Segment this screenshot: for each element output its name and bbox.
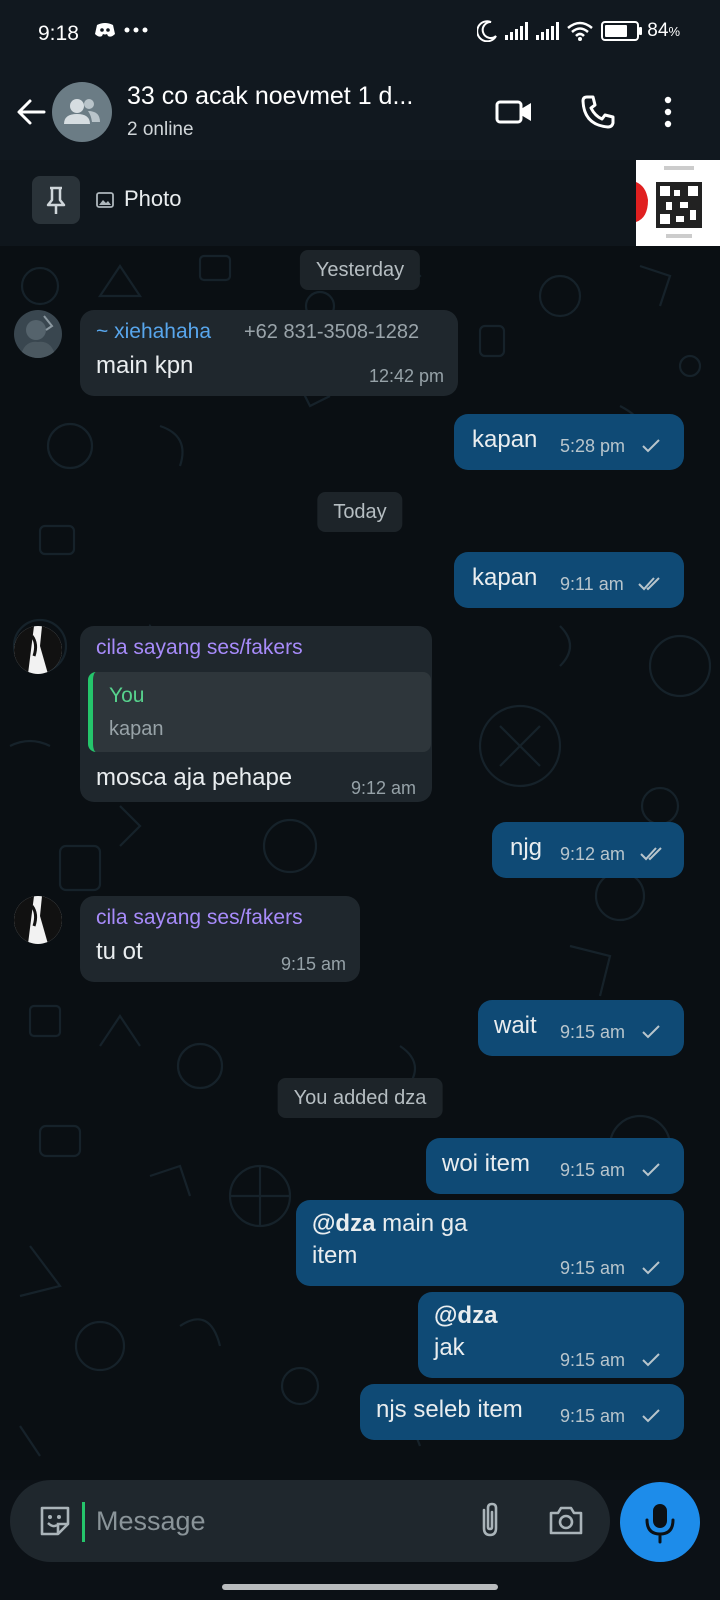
- profile-photo-image: [14, 310, 62, 358]
- avatar[interactable]: [14, 310, 62, 358]
- message-text: mosca aja pehape: [96, 764, 293, 791]
- chat-area[interactable]: Yesterday ~ xiehahaha +62 831-3508-1282 …: [0, 246, 720, 1480]
- quoted-message[interactable]: You kapan: [88, 672, 431, 752]
- overflow-menu-icon[interactable]: [648, 92, 688, 132]
- message-text: njg: [510, 834, 543, 861]
- moon-icon: [477, 20, 498, 42]
- double-check-icon: [640, 847, 662, 861]
- voice-message-button[interactable]: [620, 1482, 700, 1562]
- message-text: woi item: [442, 1150, 531, 1177]
- message-bubble-outgoing[interactable]: @dza main ga item 9:15 am: [296, 1200, 684, 1286]
- message-time: 9:15 am: [560, 1022, 626, 1042]
- single-check-icon: [642, 1163, 660, 1177]
- back-arrow-icon[interactable]: [14, 94, 50, 130]
- battery-icon: [601, 21, 643, 41]
- pin-icon: [46, 186, 66, 214]
- status-bar: 9:18 84%: [0, 0, 720, 72]
- message-bubble-outgoing[interactable]: kapan 9:11 am: [454, 552, 684, 608]
- photo-icon: [96, 192, 114, 208]
- pinned-photo-thumbnail[interactable]: [636, 160, 720, 246]
- profile-photo-image: [14, 626, 62, 674]
- message-text: wait: [494, 1012, 537, 1039]
- message-time: 5:28 pm: [560, 436, 626, 456]
- message-text: kapan: [472, 426, 538, 453]
- signal-icon: [536, 22, 560, 40]
- message-time: 9:15 am: [560, 1258, 626, 1278]
- single-check-icon: [642, 1261, 660, 1275]
- battery-fill: [605, 25, 628, 37]
- message-time: 9:15 am: [560, 1160, 626, 1180]
- message-bubble-outgoing[interactable]: wait 9:15 am: [478, 1000, 684, 1056]
- wifi-icon: [567, 21, 594, 41]
- message-time: 9:15 am: [280, 954, 346, 974]
- message-bubble-incoming[interactable]: cila sayang ses/fakers tu ot 9:15 am: [80, 896, 360, 982]
- message-text: jak: [434, 1334, 465, 1361]
- date-chip-today: Today: [317, 492, 403, 532]
- sender-name[interactable]: cila sayang ses/fakers: [96, 906, 303, 930]
- message-bubble-outgoing[interactable]: njg 9:12 am: [492, 822, 684, 878]
- message-time: 12:42 pm: [368, 366, 444, 386]
- message-text-line2: item: [312, 1242, 358, 1269]
- more-dots-icon: [124, 27, 148, 33]
- video-call-icon[interactable]: [494, 92, 534, 132]
- message-text: njs seleb item: [376, 1396, 523, 1423]
- message-bubble-outgoing[interactable]: woi item 9:15 am: [426, 1138, 684, 1194]
- sender-phone: +62 831-3508-1282: [244, 321, 420, 343]
- single-check-icon: [642, 1025, 660, 1039]
- message-bubble-incoming[interactable]: ~ xiehahaha +62 831-3508-1282 main kpn 1…: [80, 310, 458, 396]
- quote-text: kapan: [109, 718, 164, 740]
- group-avatar-icon: [64, 99, 100, 124]
- discord-icon: [95, 23, 115, 37]
- sender-name[interactable]: cila sayang ses/fakers: [96, 636, 303, 660]
- message-time: 9:15 am: [560, 1406, 626, 1426]
- message-text: kapan: [472, 564, 538, 591]
- mention-tag[interactable]: @dza: [312, 1210, 375, 1237]
- message-time: 9:12 am: [350, 778, 416, 798]
- message-time: 9:15 am: [560, 1350, 626, 1370]
- message-text: main kpn: [96, 352, 194, 379]
- single-check-icon: [642, 1353, 660, 1367]
- pinned-label: Photo: [124, 186, 182, 211]
- message-bubble-outgoing[interactable]: njs seleb item 9:15 am: [360, 1384, 684, 1440]
- microphone-icon: [645, 1504, 675, 1544]
- profile-photo-image: [14, 896, 62, 944]
- single-check-icon: [642, 439, 660, 453]
- camera-icon[interactable]: [546, 1500, 586, 1540]
- message-input-bar[interactable]: [10, 1480, 610, 1562]
- single-check-icon: [642, 1409, 660, 1423]
- signal-icon: [505, 22, 529, 40]
- avatar[interactable]: [14, 626, 62, 674]
- sticker-icon[interactable]: [36, 1502, 74, 1540]
- message-bubble-outgoing[interactable]: @dza jak 9:15 am: [418, 1292, 684, 1378]
- chat-header: 33 co acak noevmet 1 d... 2 online: [0, 72, 720, 160]
- double-check-icon: [638, 577, 660, 591]
- attachment-icon[interactable]: [470, 1500, 510, 1540]
- date-chip-yesterday: Yesterday: [299, 250, 421, 290]
- text-cursor: [82, 1502, 85, 1542]
- message-input[interactable]: [94, 1498, 458, 1544]
- message-bubble-incoming[interactable]: cila sayang ses/fakers You kapan mosca a…: [80, 626, 432, 802]
- status-time: 9:18: [38, 22, 79, 45]
- group-title[interactable]: 33 co acak noevmet 1 d...: [127, 82, 413, 111]
- voice-call-icon[interactable]: [578, 92, 618, 132]
- group-subtitle: 2 online: [127, 119, 194, 140]
- system-message: You added dza: [277, 1078, 443, 1118]
- qr-thumbnail-image: [636, 160, 720, 246]
- avatar[interactable]: [14, 896, 62, 944]
- battery-percent: 84%: [647, 20, 680, 41]
- sender-name[interactable]: ~ xiehahaha: [96, 320, 211, 344]
- mention-tag[interactable]: @dza: [434, 1302, 497, 1330]
- message-bubble-outgoing[interactable]: kapan 5:28 pm: [454, 414, 684, 470]
- pinned-message-bar[interactable]: Photo: [0, 160, 720, 247]
- group-avatar[interactable]: [52, 82, 112, 142]
- pin-button[interactable]: [32, 176, 80, 224]
- quote-author: You: [109, 684, 145, 707]
- message-text: @dza main ga: [312, 1210, 468, 1237]
- home-indicator[interactable]: [222, 1584, 498, 1590]
- message-time: 9:12 am: [560, 844, 626, 864]
- message-text: tu ot: [96, 938, 143, 965]
- message-time: 9:11 am: [560, 574, 624, 594]
